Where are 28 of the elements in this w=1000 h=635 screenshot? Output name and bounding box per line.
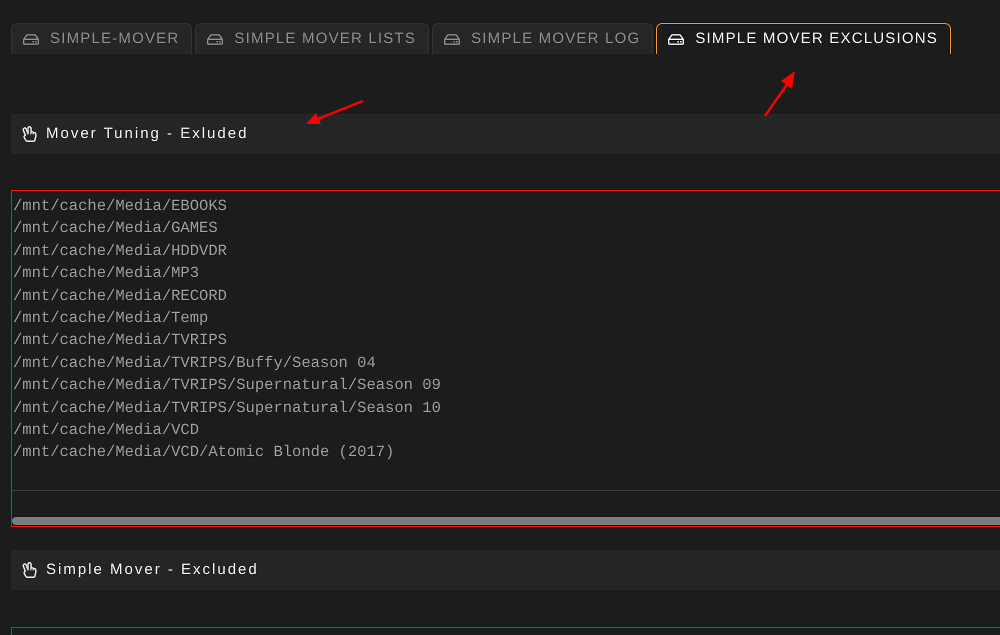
tab[interactable]: SIMPLE MOVER LOG (432, 23, 654, 54)
path-line: /mnt/cache/Media/GAMES (13, 218, 218, 240)
exclusions-field[interactable] (11, 190, 1000, 527)
path-line: /mnt/cache/Media/MP3 (13, 263, 200, 284)
path-line: /mnt/cache/Media/HDDVDR (13, 240, 227, 262)
path-line: /mnt/cache/Media/TVRIPS/Supernatural/Season 09 (13, 375, 441, 396)
path-line: /mnt/cache/Media/TVRIPS/Supernatural/Season 10 (13, 398, 441, 419)
tab[interactable]: SIMPLE-MOVER (11, 23, 192, 54)
tab[interactable]: SIMPLE MOVER EXCLUSIONS (656, 23, 951, 54)
path-line: /mnt/cache/Media/VCD (13, 420, 200, 442)
drive-icon (668, 32, 684, 46)
horizontal-scrollbar[interactable] (12, 517, 1000, 525)
section-title: Simple Mover - Excluded (46, 560, 259, 580)
path-line: /mnt/cache/Media/TVRIPS (13, 330, 227, 352)
annotation-arrow (305, 99, 365, 126)
path-line: /mnt/cache/Media/EBOOKS (13, 196, 227, 217)
tab[interactable]: SIMPLE MOVER LISTS (195, 23, 430, 54)
path-line: /mnt/cache/Media/TVRIPS/Buffy/Season 04 (13, 352, 376, 374)
drive-icon (444, 32, 460, 46)
path-line: /mnt/cache/Media/VCD/Atomic Blonde (2017) (13, 442, 394, 464)
drive-icon (23, 32, 39, 46)
path-line: /mnt/cache/Media/Temp (13, 308, 208, 330)
drive-icon (207, 32, 224, 46)
peace-hand-icon (22, 126, 37, 142)
annotation-arrow (763, 70, 797, 118)
section-title: Mover Tuning - Exluded (46, 124, 248, 144)
peace-hand-icon (22, 562, 37, 578)
path-line: /mnt/cache/Media/RECORD (13, 286, 227, 307)
